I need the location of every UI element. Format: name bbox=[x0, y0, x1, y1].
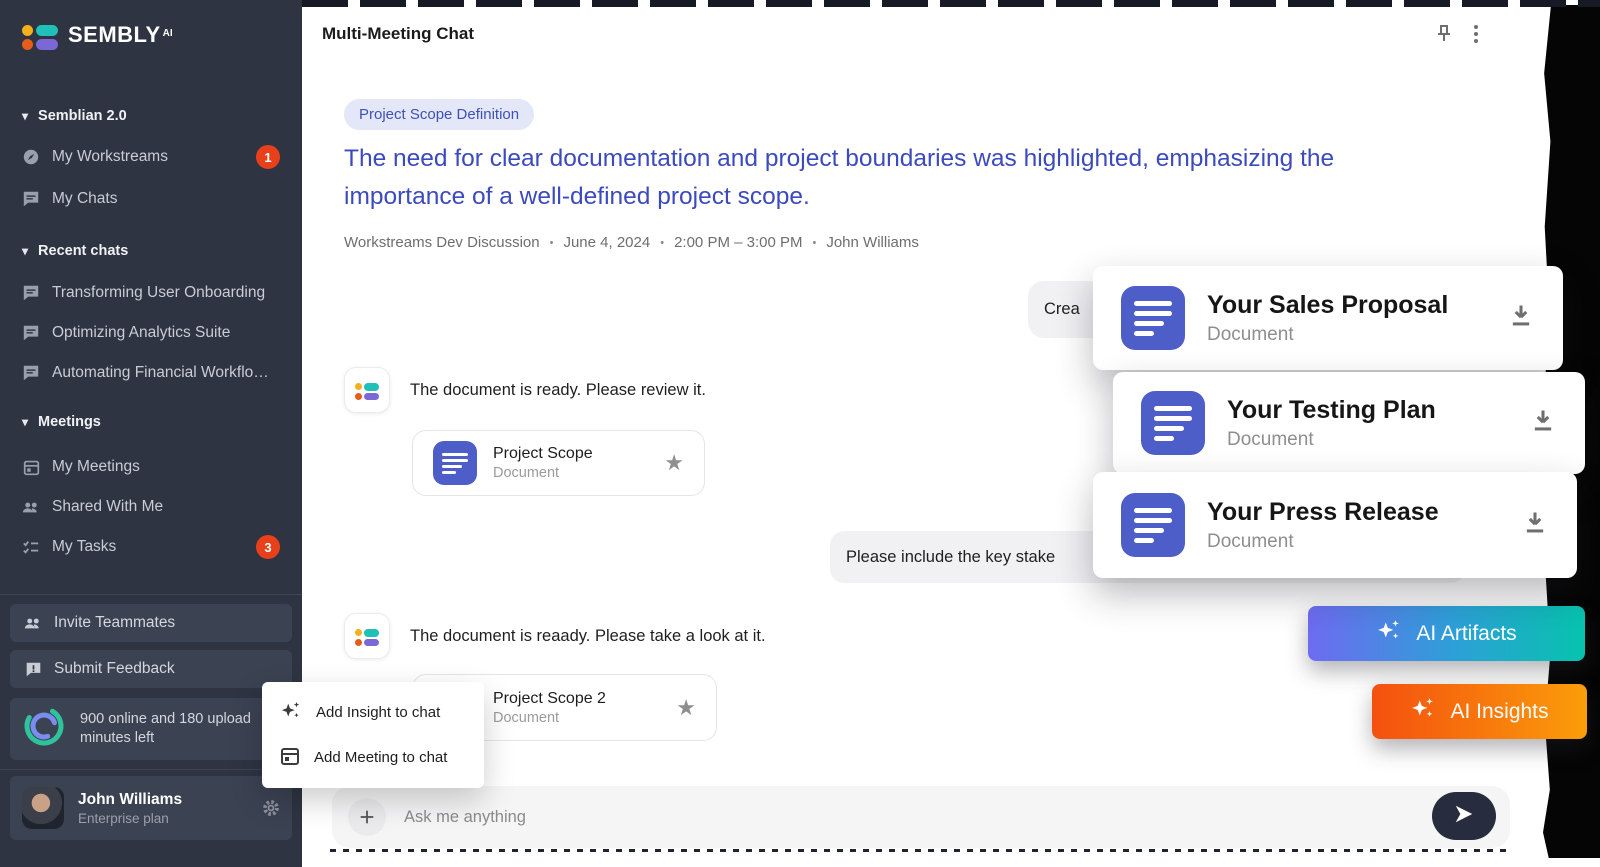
usage-text: 900 online and 180 upload minutes left bbox=[80, 710, 280, 748]
meeting-meta: Workstreams Dev Discussion • June 4, 202… bbox=[344, 234, 919, 251]
user-profile[interactable]: John Williams Enterprise plan bbox=[10, 776, 292, 840]
sidebar-item-shared-with-me[interactable]: Shared With Me bbox=[22, 498, 280, 516]
gear-icon[interactable] bbox=[262, 799, 280, 817]
workstreams-badge: 1 bbox=[256, 145, 280, 169]
compass-icon bbox=[22, 148, 40, 166]
meta-time: 2:00 PM – 3:00 PM bbox=[674, 234, 802, 251]
kebab-menu-icon[interactable] bbox=[1474, 22, 1478, 46]
page-title: Multi-Meeting Chat bbox=[322, 24, 474, 44]
download-icon[interactable] bbox=[1529, 407, 1557, 440]
document-icon bbox=[1141, 391, 1205, 455]
meta-author: John Williams bbox=[826, 234, 919, 251]
submit-feedback-button[interactable]: Submit Feedback bbox=[10, 650, 292, 688]
bot-message: The document is ready. Please review it. bbox=[344, 367, 706, 413]
sparkle-icon bbox=[280, 700, 302, 726]
sketch-border-bottom bbox=[330, 849, 1510, 852]
document-icon bbox=[1121, 286, 1185, 350]
bot-message-text: The document is reaady. Please take a lo… bbox=[410, 627, 766, 646]
people-icon bbox=[24, 614, 42, 632]
star-icon[interactable]: ★ bbox=[664, 450, 684, 476]
calendar-icon bbox=[22, 458, 40, 476]
topic-tag[interactable]: Project Scope Definition bbox=[344, 99, 534, 130]
sidebar-item-recent-chat[interactable]: Transforming User Onboarding bbox=[22, 284, 280, 302]
ai-insights-button[interactable]: AI Insights bbox=[1372, 684, 1587, 739]
brand-name: SEMBLYAI bbox=[68, 22, 173, 48]
sidebar-item-my-tasks[interactable]: My Tasks 3 bbox=[22, 538, 280, 556]
document-icon bbox=[433, 441, 477, 485]
tasks-icon bbox=[22, 538, 40, 556]
chat-icon bbox=[22, 364, 40, 382]
summary-headline: The need for clear documentation and pro… bbox=[344, 140, 1424, 216]
sidebar-item-my-workstreams[interactable]: My Workstreams 1 bbox=[22, 148, 280, 166]
artifact-card-press-release[interactable]: Your Press Release Document bbox=[1093, 472, 1577, 578]
feedback-icon bbox=[24, 660, 42, 678]
calendar-icon bbox=[280, 746, 300, 770]
sembly-bot-avatar bbox=[344, 367, 390, 413]
sidebar-item-my-meetings[interactable]: My Meetings bbox=[22, 458, 280, 476]
menu-item-add-meeting[interactable]: Add Meeting to chat bbox=[262, 735, 484, 780]
sidebar-section-recent-chats[interactable]: ▾ Recent chats bbox=[22, 243, 280, 259]
chat-input-bar bbox=[332, 786, 1510, 848]
sembly-logo-icon bbox=[355, 383, 379, 400]
menu-item-add-insight[interactable]: Add Insight to chat bbox=[262, 690, 484, 735]
sembly-logo: SEMBLYAI bbox=[22, 22, 173, 50]
attachment-type: Document bbox=[493, 465, 593, 481]
tasks-badge: 3 bbox=[256, 535, 280, 559]
divider bbox=[0, 769, 302, 770]
chevron-down-icon: ▾ bbox=[22, 415, 28, 429]
sidebar-item-my-chats[interactable]: My Chats bbox=[22, 190, 280, 208]
sparkle-icon bbox=[1376, 618, 1402, 650]
add-attachment-button[interactable] bbox=[348, 798, 386, 836]
chevron-down-icon: ▾ bbox=[22, 244, 28, 258]
chat-icon bbox=[22, 284, 40, 302]
divider bbox=[0, 594, 302, 595]
usage-meter[interactable]: 900 online and 180 upload minutes left bbox=[10, 698, 292, 760]
profile-plan: Enterprise plan bbox=[78, 811, 248, 826]
attachment-type: Document bbox=[493, 710, 606, 726]
attachment-card[interactable]: Project Scope Document ★ bbox=[412, 430, 705, 496]
sembly-logo-icon bbox=[355, 629, 379, 646]
meta-date: June 4, 2024 bbox=[563, 234, 650, 251]
document-icon bbox=[1121, 493, 1185, 557]
attachment-title: Project Scope bbox=[493, 445, 593, 463]
star-icon[interactable]: ★ bbox=[676, 695, 696, 721]
sidebar: SEMBLYAI ▾ Semblian 2.0 My Workstreams 1… bbox=[0, 0, 302, 867]
artifact-card-sales-proposal[interactable]: Your Sales Proposal Document bbox=[1093, 266, 1563, 370]
sidebar-section-semblian[interactable]: ▾ Semblian 2.0 bbox=[22, 108, 280, 124]
download-icon[interactable] bbox=[1521, 509, 1549, 542]
sembly-bot-avatar bbox=[344, 613, 390, 659]
sparkle-icon bbox=[1410, 696, 1436, 728]
sketch-border-top bbox=[302, 0, 1600, 7]
profile-name: John Williams bbox=[78, 791, 248, 809]
sidebar-item-recent-chat[interactable]: Automating Financial Workflo… bbox=[22, 364, 280, 382]
sidebar-section-meetings[interactable]: ▾ Meetings bbox=[22, 414, 280, 430]
ask-input[interactable] bbox=[404, 808, 1494, 827]
chat-icon bbox=[22, 190, 40, 208]
ai-artifacts-button[interactable]: AI Artifacts bbox=[1308, 606, 1585, 661]
people-icon bbox=[22, 498, 40, 516]
attachment-title: Project Scope 2 bbox=[493, 690, 606, 708]
artifact-card-testing-plan[interactable]: Your Testing Plan Document bbox=[1113, 372, 1585, 474]
send-button[interactable] bbox=[1432, 792, 1496, 840]
download-icon[interactable] bbox=[1507, 302, 1535, 335]
bot-message-text: The document is ready. Please review it. bbox=[410, 381, 706, 400]
invite-teammates-button[interactable]: Invite Teammates bbox=[10, 604, 292, 642]
usage-ring-icon bbox=[22, 704, 66, 754]
chat-icon bbox=[22, 324, 40, 342]
send-icon bbox=[1453, 803, 1475, 830]
bot-message: The document is reaady. Please take a lo… bbox=[344, 613, 766, 659]
chevron-down-icon: ▾ bbox=[22, 109, 28, 123]
sidebar-item-recent-chat[interactable]: Optimizing Analytics Suite bbox=[22, 324, 280, 342]
pin-icon[interactable] bbox=[1432, 22, 1456, 51]
meta-source: Workstreams Dev Discussion bbox=[344, 234, 540, 251]
context-menu: Add Insight to chat Add Meeting to chat bbox=[262, 682, 484, 788]
avatar bbox=[22, 787, 64, 829]
sembly-logo-icon bbox=[22, 25, 58, 50]
